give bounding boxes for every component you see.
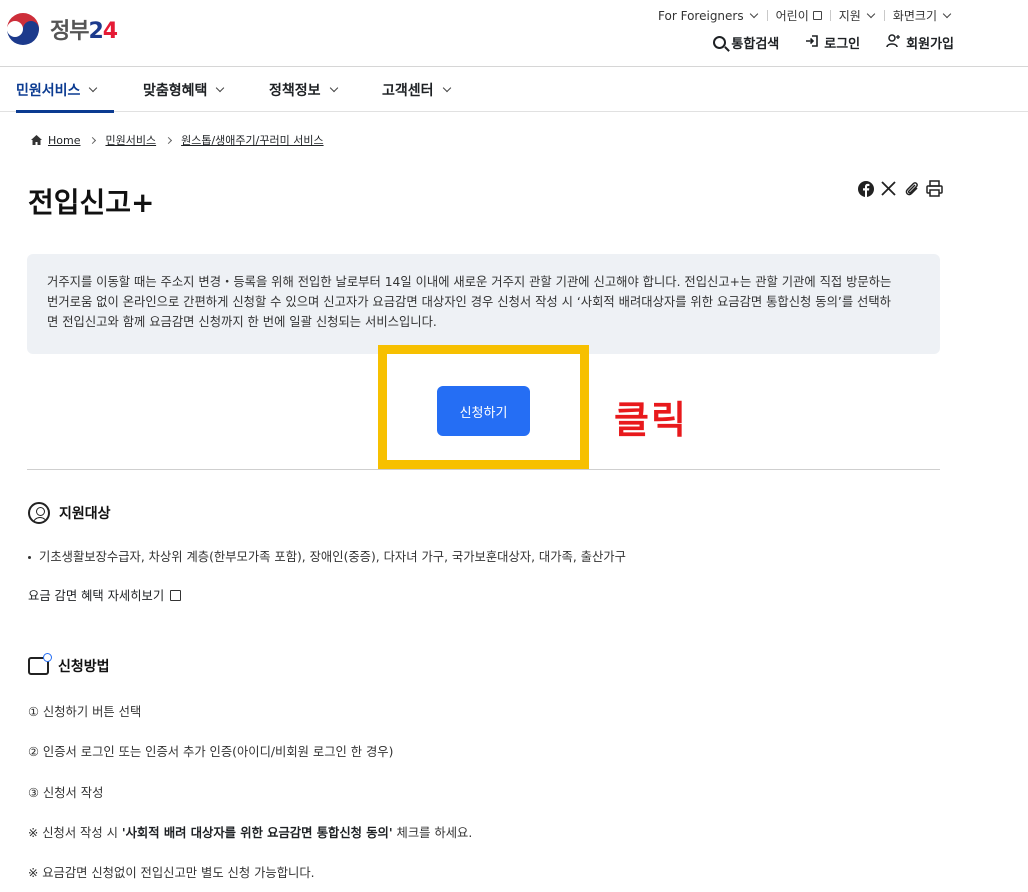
signup-label: 회원가입: [906, 37, 954, 52]
kids-link[interactable]: 어린이: [768, 7, 830, 24]
nav-item-label: 고객센터: [382, 82, 434, 99]
chevron-right-icon: [165, 136, 173, 144]
login-button[interactable]: 로그인: [805, 33, 860, 52]
nav-item-label: 맞춤형혜택: [143, 82, 208, 99]
screen-size-menu[interactable]: 화면크기: [885, 7, 960, 24]
utility-menu: For Foreigners 어린이 지원 화면크기: [650, 7, 960, 24]
target-item-text: 기초생활보장수급자, 차상위 계층(한부모가족 포함), 장애인(중증), 다자…: [39, 550, 626, 564]
login-icon: [805, 34, 819, 52]
external-link-icon: [170, 589, 182, 601]
apply-button[interactable]: 신청하기: [437, 386, 530, 436]
breadcrumb-civil-services[interactable]: 민원서비스: [105, 132, 156, 148]
chevron-down-icon: [942, 9, 952, 19]
print-icon[interactable]: [926, 180, 943, 197]
nav-item-customer-center[interactable]: 고객센터: [382, 67, 452, 112]
search-button[interactable]: 통합검색: [713, 33, 779, 52]
description-line: 거주지를 이동할 때는 주소지 변경・등록을 위해 전입한 날로부터 14일 이…: [47, 275, 892, 289]
nav-item-label: 정책정보: [269, 82, 321, 99]
external-link-icon: [812, 11, 822, 20]
benefit-details-link[interactable]: 요금 감면 혜택 자세히보기: [28, 586, 182, 604]
search-label: 통합검색: [731, 37, 780, 52]
note-suffix: 체크를 하세요.: [392, 826, 473, 840]
site-logo[interactable]: 정부24: [4, 10, 118, 48]
for-foreigners-label: For Foreigners: [658, 8, 744, 23]
share-toolbar: [857, 180, 943, 197]
header-actions: 통합검색 로그인 회원가입: [713, 33, 954, 52]
description-line: 면 전입신고와 함께 요금감면 신청까지 한 번에 일괄 신청되는 서비스입니다…: [47, 315, 437, 329]
method-step: ② 인증서 로그인 또는 인증서 추가 인증(아이디/비회원 로그인 한 경우): [28, 745, 394, 759]
method-note: ※ 요금감면 신청없이 전입신고만 별도 신청 가능합니다.: [28, 866, 315, 880]
kids-label: 어린이: [775, 9, 809, 23]
target-section-heading: 지원대상: [28, 502, 111, 524]
user-icon: [28, 502, 50, 524]
chevron-down-icon: [866, 9, 876, 19]
note-emphasis: '사회적 배려 대상자를 위한 요금감면 통합신청 동의': [121, 826, 393, 840]
for-foreigners-menu[interactable]: For Foreigners: [650, 9, 767, 23]
breadcrumb-home[interactable]: Home: [48, 134, 80, 147]
method-step: ① 신청하기 버튼 선택: [28, 705, 142, 719]
x-twitter-icon[interactable]: [880, 180, 897, 197]
chevron-right-icon: [89, 136, 97, 144]
target-list-item: 기초생활보장수급자, 차상위 계층(한부모가족 포함), 장애인(중증), 다자…: [28, 547, 626, 565]
logo-wordmark: 정부24: [50, 19, 118, 44]
add-user-icon: [886, 33, 901, 52]
home-icon: [31, 135, 42, 145]
chevron-down-icon: [442, 83, 451, 93]
chevron-down-icon: [749, 9, 758, 19]
screen-size-label: 화면크기: [892, 9, 937, 23]
taegeuk-emblem-icon: [4, 10, 42, 48]
note-prefix: ※ 신청서 작성 시: [28, 826, 122, 840]
method-heading-label: 신청방법: [58, 659, 110, 675]
chevron-down-icon: [216, 83, 225, 93]
main-navigation: 민원서비스 맞춤형혜택 정책정보 고객센터: [0, 67, 1028, 113]
benefit-details-label: 요금 감면 혜택 자세히보기: [28, 589, 165, 603]
section-divider: [27, 469, 940, 470]
method-section-heading: 신청방법: [28, 653, 110, 676]
page-title: 전입신고+: [28, 186, 155, 219]
signup-button[interactable]: 회원가입: [886, 33, 954, 52]
breadcrumb: Home 민원서비스 원스톱/생애주기/꾸러미 서비스: [31, 132, 324, 148]
service-description: 거주지를 이동할 때는 주소지 변경・등록을 위해 전입한 날로부터 14일 이…: [27, 254, 940, 354]
computer-icon: [28, 653, 52, 675]
method-note: ※ 신청서 작성 시 '사회적 배려 대상자를 위한 요금감면 통합신청 동의'…: [28, 823, 472, 841]
target-heading-label: 지원대상: [59, 506, 111, 522]
search-icon: [713, 36, 727, 49]
facebook-icon[interactable]: [857, 180, 874, 197]
support-menu[interactable]: 지원: [831, 7, 884, 24]
bullet: [28, 556, 31, 559]
paperclip-icon[interactable]: [903, 180, 920, 197]
description-line: 번거로움 없이 온라인으로 간편하게 신청할 수 있으며 신고자가 요금감면 대…: [47, 295, 891, 309]
support-label: 지원: [838, 9, 861, 23]
method-step: ③ 신청서 작성: [28, 786, 104, 800]
chevron-down-icon: [329, 83, 338, 93]
nav-item-custom-benefits[interactable]: 맞춤형혜택: [143, 67, 225, 112]
chevron-down-icon: [89, 83, 98, 93]
breadcrumb-onestop-services[interactable]: 원스톱/생애주기/꾸러미 서비스: [181, 132, 323, 148]
login-label: 로그인: [824, 37, 861, 52]
nav-item-label: 민원서비스: [16, 82, 81, 99]
nav-item-civil-services[interactable]: 민원서비스: [16, 67, 115, 113]
click-annotation: 클릭: [614, 398, 688, 442]
nav-item-policy-info[interactable]: 정책정보: [269, 67, 339, 112]
